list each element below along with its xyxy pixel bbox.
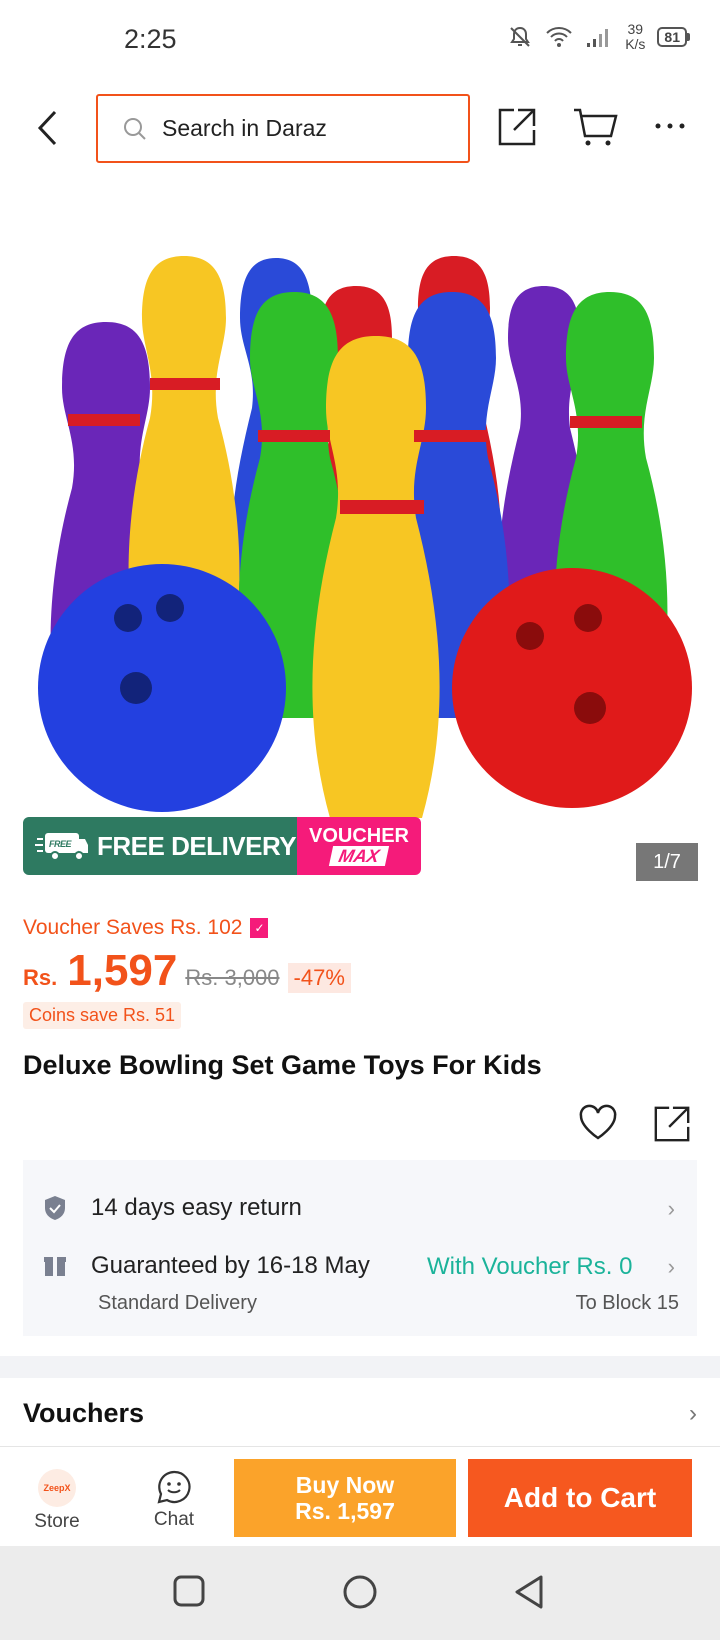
share-icon: [498, 108, 536, 146]
free-delivery-badge: FREE FREE DELIVERY: [23, 817, 297, 875]
original-price: Rs. 3,000: [185, 965, 280, 990]
network-speed: 39 K/s: [625, 21, 646, 52]
system-nav-bar: [0, 1546, 720, 1640]
vouchers-chevron-icon: ›: [689, 1399, 697, 1427]
product-title: Deluxe Bowling Set Game Toys For Kids: [23, 1050, 542, 1080]
return-policy-row[interactable]: 14 days easy return: [43, 1194, 302, 1222]
voucher-tag-icon: ✓: [250, 918, 269, 938]
status-bar: 2:25 39 K/s 81: [0, 0, 720, 80]
buy-now-price: Rs. 1,597: [295, 1498, 395, 1524]
delivery-location-text: To Block 15: [575, 1292, 679, 1314]
delivery-truck-icon: FREE: [35, 833, 88, 861]
delivery-type-text: Standard Delivery: [98, 1292, 257, 1314]
back-arrow-icon: [37, 110, 57, 146]
delivery-guarantee-text: Guaranteed by 16-18 May: [91, 1252, 370, 1279]
price-row: Rs. 1,597 Rs. 3,000 -47%: [23, 946, 351, 996]
store-logo: ZeepX: [38, 1469, 76, 1507]
voucher-max-top: VOUCHER: [308, 825, 409, 847]
price-value: 1,597: [67, 946, 178, 995]
chat-label: Chat: [153, 1509, 195, 1530]
coins-save-badge: Coins save Rs. 51: [23, 1002, 182, 1029]
product-image[interactable]: [0, 178, 720, 878]
status-icons: 39 K/s 81: [507, 22, 690, 52]
back-button[interactable]: [30, 108, 66, 148]
product-share-button[interactable]: [652, 1104, 692, 1149]
store-label: Store: [34, 1511, 80, 1532]
store-button[interactable]: ZeepX Store: [28, 1469, 86, 1533]
recent-apps-button[interactable]: [172, 1574, 206, 1613]
system-back-button[interactable]: [512, 1574, 546, 1615]
action-bar: ZeepX Store Chat Buy Now Rs. 1,597 Add t…: [0, 1446, 720, 1546]
signal-icon: [587, 29, 609, 47]
battery-icon: 81: [657, 27, 690, 47]
cart-icon: [574, 108, 618, 146]
more-icon: [655, 123, 685, 129]
vouchers-label: Vouchers: [23, 1398, 145, 1428]
promo-banner: FREE FREE DELIVERY VOUCHER MAX: [23, 817, 421, 875]
return-chevron-icon: ›: [667, 1196, 675, 1221]
free-delivery-label: FREE DELIVERY: [97, 830, 297, 861]
share-button[interactable]: [496, 106, 538, 153]
add-to-cart-button[interactable]: Add to Cart: [468, 1459, 692, 1537]
delivery-row[interactable]: Guaranteed by 16-18 May: [43, 1252, 370, 1280]
buy-now-label: Buy Now: [295, 1472, 395, 1498]
heart-icon: [579, 1104, 617, 1140]
status-time: 2:25: [124, 24, 177, 54]
home-button[interactable]: [342, 1574, 378, 1615]
price-currency: Rs.: [23, 965, 58, 990]
wishlist-button[interactable]: [578, 1104, 618, 1147]
discount-badge: -47%: [287, 963, 351, 993]
package-icon: [44, 1257, 66, 1276]
chat-button[interactable]: Chat: [144, 1469, 204, 1531]
wifi-icon: [546, 27, 572, 47]
triangle-back-icon: [515, 1575, 543, 1609]
voucher-saves[interactable]: Voucher Saves Rs. 102 ✓: [23, 916, 269, 940]
free-badge-text: FREE: [49, 839, 73, 849]
delivery-chevron-icon: ›: [667, 1254, 675, 1279]
top-nav: Search in Daraz: [0, 88, 720, 168]
vouchers-row[interactable]: Vouchers ›: [23, 1398, 697, 1429]
mute-notification-icon: [510, 26, 531, 47]
search-icon: [124, 117, 146, 140]
share-icon: [654, 1106, 690, 1142]
more-options-button[interactable]: [652, 108, 688, 149]
section-divider: [0, 1356, 720, 1378]
chat-icon: [157, 1470, 191, 1504]
search-input[interactable]: Search in Daraz: [96, 94, 470, 163]
service-card: 14 days easy return › Guaranteed by 16-1…: [23, 1160, 697, 1336]
shield-check-icon: [45, 1196, 65, 1220]
voucher-saves-text: Voucher Saves Rs. 102: [23, 916, 243, 939]
buy-now-button[interactable]: Buy Now Rs. 1,597: [234, 1459, 456, 1537]
return-policy-text: 14 days easy return: [91, 1194, 302, 1221]
search-placeholder: Search in Daraz: [162, 115, 327, 141]
image-counter: 1/7: [636, 843, 698, 881]
battery-level: 81: [657, 27, 687, 47]
voucher-max-badge: VOUCHER MAX: [297, 817, 421, 875]
voucher-max-bottom: MAX: [328, 846, 390, 866]
add-to-cart-label: Add to Cart: [503, 1482, 657, 1513]
delivery-voucher-text[interactable]: With Voucher Rs. 0: [427, 1253, 632, 1281]
square-icon: [173, 1575, 205, 1607]
circle-icon: [343, 1575, 377, 1609]
cart-button[interactable]: [572, 106, 618, 153]
